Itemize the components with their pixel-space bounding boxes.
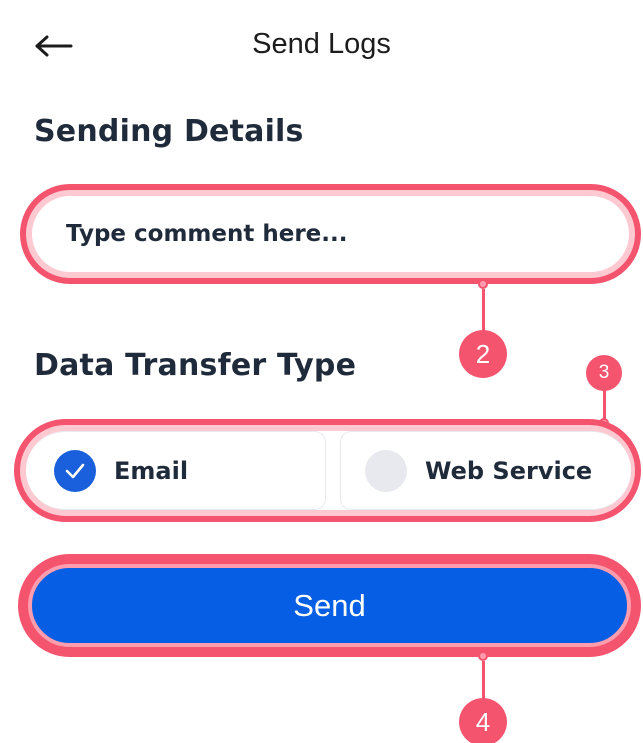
- data-transfer-type-heading: Data Transfer Type: [34, 348, 357, 383]
- comment-input[interactable]: [32, 196, 629, 272]
- page-title: Send Logs: [252, 28, 391, 60]
- comment-field-container: [32, 196, 629, 272]
- transfer-type-highlight: Email Web Service: [14, 419, 641, 522]
- checkmark-icon: [54, 449, 96, 492]
- callout-line-transfer: [603, 390, 606, 420]
- sending-details-heading: Sending Details: [34, 114, 304, 149]
- callout-line-comment: [482, 289, 485, 335]
- web-service-option[interactable]: Web Service: [340, 431, 631, 510]
- callout-badge-transfer: 3: [586, 355, 622, 391]
- callout-line-send: [482, 661, 485, 703]
- send-button[interactable]: Send: [28, 564, 631, 647]
- send-highlight: Send: [18, 554, 641, 657]
- callout-badge-send: 4: [459, 698, 507, 743]
- transfer-type-options: Email Web Service: [26, 431, 631, 510]
- app-header: Send Logs: [0, 0, 643, 92]
- radio-unchecked-icon: [365, 449, 407, 492]
- web-service-option-label: Web Service: [425, 456, 593, 485]
- comment-highlight: [20, 184, 641, 284]
- email-option-label: Email: [114, 456, 189, 485]
- email-option[interactable]: Email: [26, 431, 326, 510]
- callout-dot-comment: [478, 279, 488, 289]
- callout-dot-send: [478, 651, 488, 661]
- callout-badge-comment: 2: [459, 330, 507, 378]
